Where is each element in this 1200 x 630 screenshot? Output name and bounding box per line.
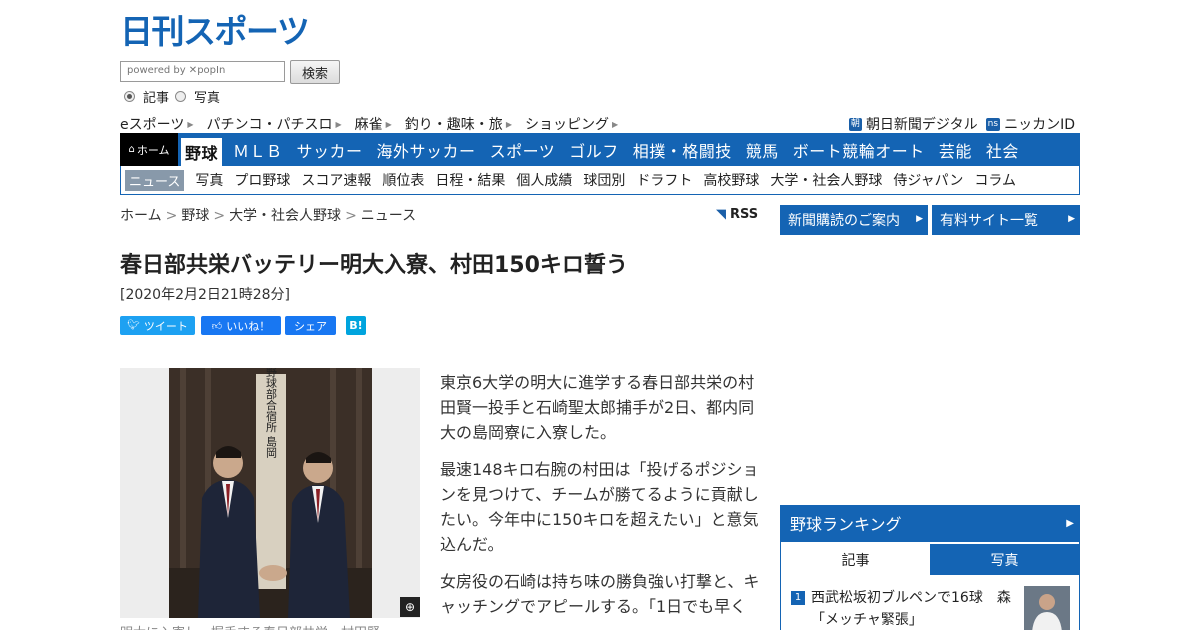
article-paragraph: 最速148キロ右腕の村田は「投げるポジションを見つけて、チームが勝てるように貢献… [440, 460, 759, 554]
breadcrumb: ホーム > 野球 > 大学・社会人野球 > ニュース [120, 208, 417, 224]
article-date: [2020年2月2日21時28分] [120, 287, 290, 303]
service-nav-item[interactable]: 釣り・趣味・旅 ▶ [405, 114, 512, 134]
nav-keiba[interactable]: 競馬 [739, 133, 786, 166]
subnav-samurai[interactable]: 侍ジャパン [893, 170, 963, 190]
subnav-college[interactable]: 大学・社会人野球 [770, 170, 882, 190]
search-button[interactable]: 検索 [290, 60, 340, 84]
arrow-icon: ▶ [385, 119, 392, 129]
main-nav: ⌂ ホーム 野球 ＭＬＢ サッカー 海外サッカー スポーツ ゴルフ 相撲・格闘技 … [120, 133, 1080, 166]
subnav-score[interactable]: スコア速報 [301, 170, 371, 190]
search-type-options: 記事 写真 [124, 87, 224, 106]
baseball-subnav: ニュース 写真 プロ野球 スコア速報 順位表 日程・結果 個人成績 球団別 ドラ… [120, 166, 1080, 195]
article-body: 東京6大学の明大に進学する春日部共栄の村田賢一投手と石崎聖太郎捕手が2日、都内同… [440, 370, 762, 630]
radio-article-label: 記事 [143, 91, 170, 106]
tab-articles[interactable]: 記事 [781, 544, 930, 575]
subnav-news[interactable]: ニュース [125, 169, 185, 191]
nav-baseball[interactable]: 野球 [181, 138, 223, 166]
breadcrumb-home[interactable]: ホーム [120, 208, 162, 224]
article-headline: 春日部共栄バッテリー明大入寮、村田150キロ誓う [120, 253, 628, 278]
subnav-teams[interactable]: 球団別 [583, 170, 625, 190]
service-nav-item[interactable]: パチンコ・パチスロ ▶ [207, 114, 342, 134]
nikkan-id-icon: ns [985, 117, 1001, 131]
photo-caption: 明大に入寮し、握手する春日部共栄・村田賢 [120, 622, 380, 630]
sidebar-buttons: 新聞購読のご案内 ▶ 有料サイト一覧 ▶ [780, 205, 1084, 235]
photo-sign-text: 明治大学野球部合宿所 島岡 [265, 368, 278, 458]
arrow-right-icon: ▶ [916, 214, 923, 224]
radio-photo-label: 写真 [194, 91, 221, 106]
logo-text: 日刊スポーツ [120, 12, 308, 48]
ranking-header[interactable]: 野球ランキング ▶ [780, 505, 1080, 541]
facebook-share-button[interactable]: シェア [285, 316, 336, 335]
asahi-icon: 朝 [848, 117, 862, 131]
ranking-item-text: 西武松坂初ブルペンで16球 森「メッチャ緊張」 [811, 590, 1011, 628]
partner-links: 朝 朝日新聞デジタル ns ニッカンID [841, 114, 1075, 134]
subnav-stats[interactable]: 個人成績 [516, 170, 572, 190]
tab-photos[interactable]: 写真 [930, 544, 1079, 575]
arrow-icon: ▶ [505, 119, 512, 129]
breadcrumb-baseball[interactable]: 野球 [181, 208, 209, 224]
nav-entertainment[interactable]: 芸能 [932, 133, 979, 166]
paid-sites-button[interactable]: 有料サイト一覧 ▶ [932, 205, 1080, 235]
breadcrumb-news: ニュース [360, 208, 417, 224]
radio-article[interactable] [124, 91, 135, 102]
arrow-icon: ▶ [335, 119, 342, 129]
nav-boat[interactable]: ボート競輪オート [786, 133, 932, 166]
nikkan-id-link[interactable]: ニッカンID [1004, 114, 1075, 134]
zoom-icon[interactable]: ⊕ [400, 597, 420, 617]
article-paragraph: 女房役の石崎は持ち味の勝負強い打撃と、キャッチングでアピールする。「1日でも早く [440, 572, 760, 616]
home-icon: ⌂ [128, 144, 135, 155]
article-photo[interactable]: 明治大学野球部合宿所 島岡 [120, 368, 420, 618]
radio-photo[interactable] [175, 91, 187, 102]
subnav-draft[interactable]: ドラフト [636, 170, 692, 190]
rank-number: 1 [791, 591, 805, 605]
service-nav-item[interactable]: ショッピング ▶ [525, 114, 618, 134]
ranking-panel: 記事 写真 1 西武松坂初ブルペンで16球 森「メッチャ緊張」 [780, 541, 1080, 630]
nav-sumo[interactable]: 相撲・格闘技 [626, 133, 739, 166]
thumbs-up-icon: 👍︎ [211, 320, 223, 332]
facebook-like-button[interactable]: 👍︎ いいね！ [201, 316, 281, 335]
hatena-bookmark-button[interactable]: B! [346, 316, 366, 335]
subnav-standings[interactable]: 順位表 [382, 170, 424, 190]
subnav-photo[interactable]: 写真 [195, 170, 223, 190]
tweet-button[interactable]: 🐦︎ ツイート [120, 316, 195, 335]
ranking-thumbnail[interactable] [1024, 586, 1070, 630]
nav-soccer[interactable]: サッカー [290, 133, 370, 166]
subnav-column[interactable]: コラム [974, 170, 1016, 190]
service-nav-item[interactable]: eスポーツ ▶ [120, 114, 194, 134]
article-paragraph: 東京6大学の明大に進学する春日部共栄の村田賢一投手と石崎聖太郎捕手が2日、都内同… [440, 373, 755, 442]
search-input-wrapper[interactable] [120, 61, 285, 82]
nav-golf[interactable]: ゴルフ [562, 133, 626, 166]
search-input[interactable] [127, 65, 278, 76]
service-nav: eスポーツ ▶ パチンコ・パチスロ ▶ 麻雀 ▶ 釣り・趣味・旅 ▶ ショッピング ▶ [120, 114, 631, 134]
share-buttons: 🐦︎ ツイート 👍︎ いいね！ シェア B! [120, 316, 372, 335]
page: 日刊スポーツ 検索 記事 写真 eスポーツ▶ パチンコ・パチスロ▶ 麻雀▶ 釣り… [120, 0, 1080, 630]
nav-world-soccer[interactable]: 海外サッカー [370, 133, 483, 166]
subnav-schedule[interactable]: 日程・結果 [435, 170, 505, 190]
arrow-icon: ▶ [187, 119, 194, 129]
subscribe-button[interactable]: 新聞購読のご案内 ▶ [780, 205, 928, 235]
asahi-link[interactable]: 朝日新聞デジタル [866, 114, 978, 134]
twitter-icon: 🐦︎ [127, 320, 140, 331]
nav-sports[interactable]: スポーツ [483, 133, 563, 166]
nav-society[interactable]: 社会 [979, 133, 1026, 166]
nav-mlb[interactable]: ＭＬＢ [226, 133, 290, 166]
rss-icon: ◥ [716, 207, 726, 222]
service-nav-item[interactable]: 麻雀 ▶ [355, 114, 392, 134]
subnav-highschool[interactable]: 高校野球 [703, 170, 759, 190]
ranking-tabs: 記事 写真 [781, 544, 1079, 575]
nav-home[interactable]: ⌂ ホーム [120, 133, 178, 166]
arrow-right-icon: ▶ [1066, 517, 1074, 529]
subnav-pro-baseball[interactable]: プロ野球 [234, 170, 290, 190]
rss-link[interactable]: ◥ RSS [716, 207, 758, 222]
arrow-right-icon: ▶ [1068, 214, 1075, 224]
breadcrumb-college[interactable]: 大学・社会人野球 [229, 208, 341, 224]
ad-slot [780, 245, 1080, 495]
arrow-icon: ▶ [611, 119, 619, 129]
site-logo[interactable]: 日刊スポーツ [120, 12, 320, 48]
